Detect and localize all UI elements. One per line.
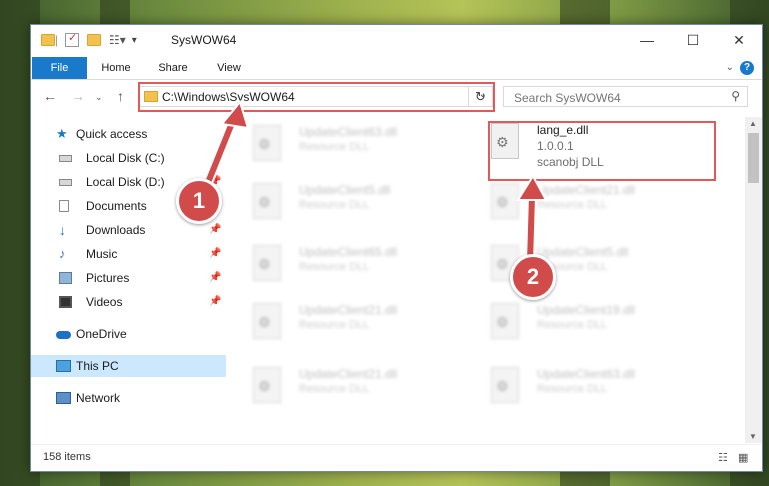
callout-badge-2: 2 — [510, 254, 556, 300]
callout-arrows — [200, 99, 548, 267]
callout-badge-1: 1 — [176, 178, 222, 224]
callout-arrow-1 — [200, 99, 250, 195]
callout-arrow-2 — [516, 174, 548, 267]
